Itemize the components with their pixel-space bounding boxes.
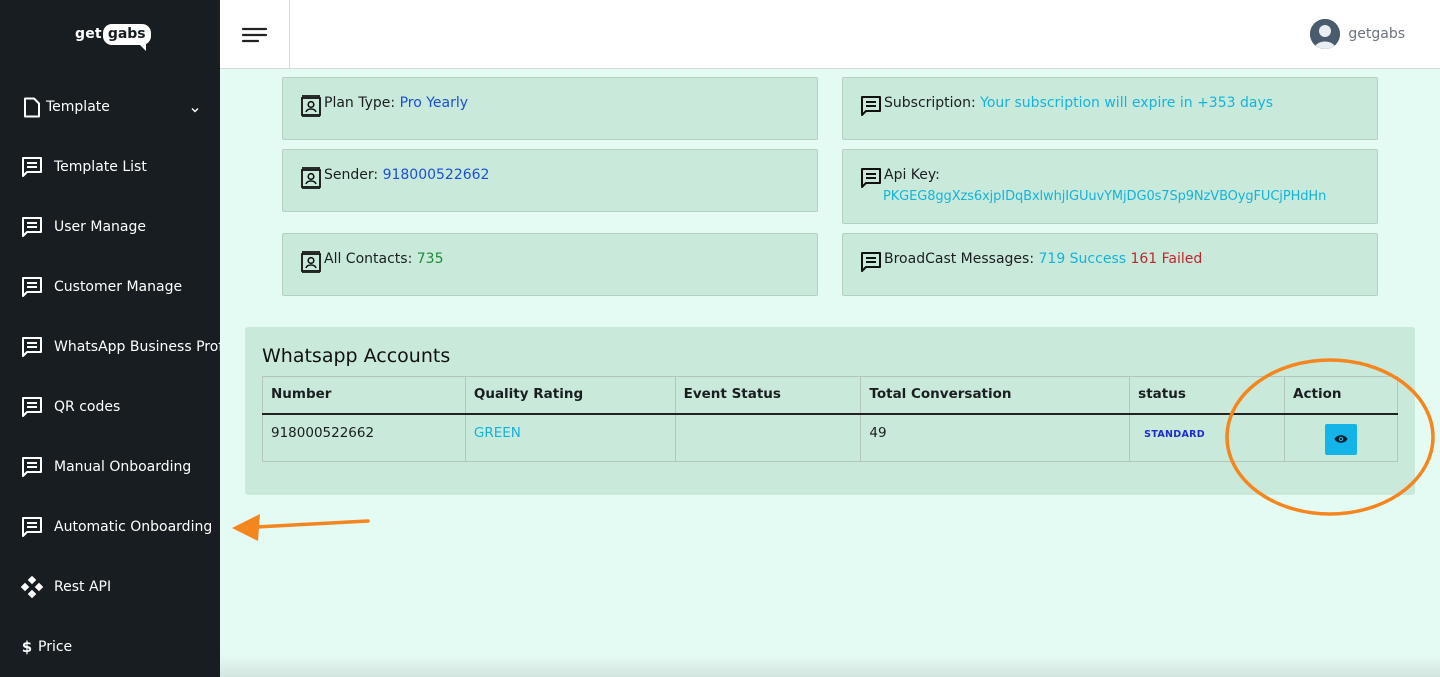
sidebar-item-whatsapp-business-profile[interactable]: WhatsApp Business Prof: [0, 327, 220, 367]
sidebar-item-automatic-onboarding[interactable]: Automatic Onboarding: [0, 507, 220, 547]
cell-quality-rating: GREEN: [464, 413, 676, 462]
subscription-card: Subscription: Your subscription will exp…: [842, 77, 1378, 140]
header-divider: [289, 0, 290, 69]
sidebar-item-label: Customer Manage: [54, 279, 183, 295]
top-header: getgabs: [220, 0, 1440, 69]
message-icon: [21, 276, 43, 298]
pointer-arrow-annotation: [232, 514, 370, 541]
broadcast-label: BroadCast Messages:: [884, 251, 1035, 267]
logo[interactable]: get gabs: [75, 18, 151, 51]
sidebar-item-rest-api[interactable]: Rest API: [0, 567, 220, 607]
contact-card-icon: [300, 167, 322, 190]
sidebar-item-label: QR codes: [54, 399, 121, 415]
cell-status: STANDARD: [1129, 413, 1286, 462]
api-key-value[interactable]: PKGEG8ggXzs6xjpIDqBxlwhjIGUuvYMjDG0s7Sp9…: [883, 189, 1326, 204]
dollar-icon: $: [21, 638, 33, 656]
all-contacts-value: 735: [416, 251, 444, 267]
column-header-event-status: Event Status: [674, 376, 862, 415]
sidebar-item-qr-codes[interactable]: QR codes: [0, 387, 220, 427]
user-name: getgabs: [1348, 26, 1405, 42]
api-icon: [21, 576, 43, 598]
cell-action: [1284, 413, 1398, 462]
column-header-status: status: [1129, 376, 1286, 415]
sender-label: Sender:: [324, 167, 379, 183]
logo-text-get: get: [75, 26, 102, 42]
plan-type-label: Plan Type:: [324, 95, 396, 111]
subscription-value: Your subscription will expire in +353 da…: [980, 95, 1274, 111]
sidebar-item-label: Template List: [54, 159, 147, 175]
column-header-action: Action: [1284, 376, 1398, 415]
cell-number: 918000522662: [262, 413, 466, 462]
message-icon: [21, 156, 43, 178]
plan-type-value: Pro Yearly: [399, 95, 469, 111]
sidebar-item-label: User Manage: [54, 219, 146, 235]
view-account-button[interactable]: [1325, 423, 1358, 455]
broadcast-success: 719 Success: [1038, 251, 1127, 267]
message-icon: [860, 95, 882, 117]
document-icon: [21, 96, 43, 118]
message-icon: [21, 336, 43, 358]
sidebar-item-manual-onboarding[interactable]: Manual Onboarding: [0, 447, 220, 487]
message-icon: [21, 396, 43, 418]
whatsapp-accounts-panel: Whatsapp Accounts Number Quality Rating …: [245, 327, 1415, 495]
eye-icon: [1334, 432, 1348, 447]
message-icon: [860, 167, 882, 189]
contact-card-icon: [300, 251, 322, 274]
cell-total-conversation: 49: [860, 413, 1131, 462]
contact-card-icon: [300, 95, 322, 118]
all-contacts-label: All Contacts:: [324, 251, 413, 267]
sidebar-item-template[interactable]: Template: [0, 87, 220, 127]
plan-type-card: Plan Type: Pro Yearly: [282, 77, 818, 140]
user-menu[interactable]: getgabs: [1310, 19, 1405, 49]
sidebar-item-customer-manage[interactable]: Customer Manage: [0, 267, 220, 307]
broadcast-failed: 161 Failed: [1130, 251, 1203, 267]
avatar: [1310, 19, 1341, 49]
menu-toggle-icon[interactable]: [240, 22, 270, 48]
sidebar-item-label: Manual Onboarding: [54, 459, 192, 475]
table-row: 918000522662 GREEN 49 STANDARD: [262, 413, 1398, 462]
sidebar-item-label: Automatic Onboarding: [54, 519, 213, 535]
message-icon: [21, 456, 43, 478]
sidebar-item-label: WhatsApp Business Prof: [54, 339, 220, 355]
sidebar-item-user-manage[interactable]: User Manage: [0, 207, 220, 247]
broadcast-card: BroadCast Messages: 719 Success 161 Fail…: [842, 233, 1378, 296]
cell-event-status: [674, 413, 862, 462]
chevron-down-icon: [189, 101, 201, 113]
column-header-total-conversation: Total Conversation: [860, 376, 1131, 415]
message-icon: [21, 516, 43, 538]
message-icon: [860, 251, 882, 273]
sidebar-item-label: Price: [38, 639, 73, 655]
sidebar-item-label: Rest API: [54, 579, 112, 595]
logo-text-gabs: gabs: [102, 23, 151, 51]
sender-value: 918000522662: [382, 167, 490, 183]
sidebar-item-price[interactable]: $ Price: [0, 627, 220, 667]
table-header-row: Number Quality Rating Event Status Total…: [262, 376, 1398, 415]
column-header-number: Number: [262, 376, 466, 415]
api-key-card: Api Key: PKGEG8ggXzs6xjpIDqBxlwhjIGUuvYM…: [842, 149, 1378, 224]
status-badge: STANDARD: [1144, 428, 1205, 440]
panel-title: Whatsapp Accounts: [262, 345, 451, 367]
sidebar-item-template-list[interactable]: Template List: [0, 147, 220, 187]
all-contacts-card: All Contacts: 735: [282, 233, 818, 296]
subscription-label: Subscription:: [884, 95, 976, 111]
message-icon: [21, 216, 43, 238]
api-key-label: Api Key:: [884, 167, 940, 183]
sidebar: get gabs Template Template List User Man…: [0, 0, 220, 677]
sidebar-item-label: Template: [46, 99, 110, 115]
sender-card: Sender: 918000522662: [282, 149, 818, 212]
column-header-quality-rating: Quality Rating: [464, 376, 676, 415]
accounts-table: Number Quality Rating Event Status Total…: [262, 376, 1398, 462]
scroll-shadow: [220, 655, 1440, 677]
